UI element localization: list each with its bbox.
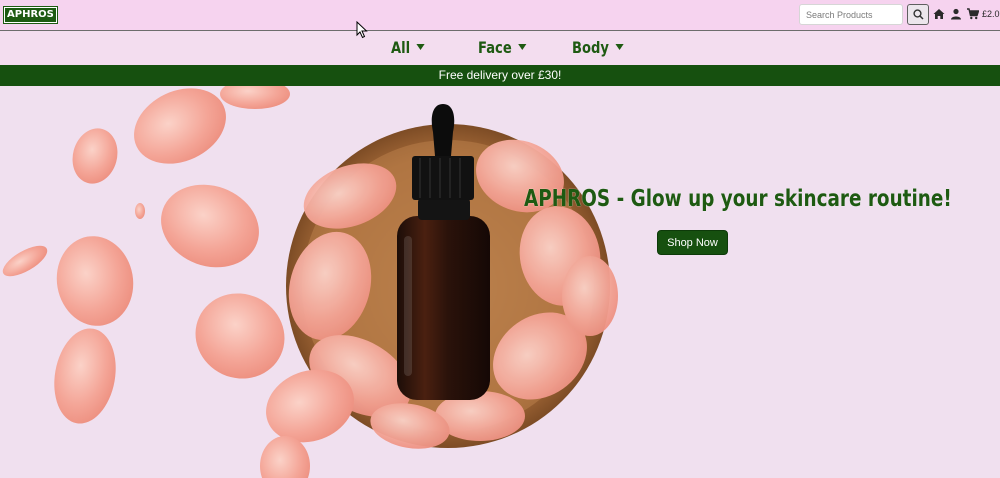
- search-icon: [913, 9, 924, 20]
- nav-dropdown-all[interactable]: All: [391, 37, 425, 59]
- nav-label-face: Face: [478, 38, 512, 57]
- nav-label-all: All: [391, 38, 411, 57]
- search-button[interactable]: [907, 4, 929, 25]
- cart-total[interactable]: £2.0: [982, 9, 1000, 19]
- nav-label-body: Body: [572, 38, 609, 57]
- nav-dropdown-face[interactable]: Face: [478, 37, 527, 59]
- chevron-down-icon: [416, 43, 425, 50]
- top-bar: APHROS £2.0: [0, 0, 1000, 31]
- chevron-down-icon: [518, 43, 527, 50]
- mouse-cursor-icon: [356, 21, 368, 39]
- site-logo[interactable]: APHROS: [3, 6, 58, 24]
- search-input[interactable]: [799, 4, 903, 25]
- user-icon[interactable]: [950, 8, 962, 20]
- chevron-down-icon: [615, 43, 624, 50]
- nav-dropdown-body[interactable]: Body: [572, 37, 624, 59]
- hero-section: APHROS - Glow up your skincare routine! …: [0, 86, 1000, 478]
- category-nav: All Face Body: [0, 31, 1000, 65]
- hero-image: [2, 86, 618, 478]
- shop-now-button[interactable]: Shop Now: [657, 230, 728, 255]
- cart-icon[interactable]: [967, 8, 979, 20]
- delivery-banner: Free delivery over £30!: [0, 65, 1000, 86]
- home-icon[interactable]: [933, 8, 945, 20]
- hero-title: APHROS - Glow up your skincare routine!: [524, 186, 952, 212]
